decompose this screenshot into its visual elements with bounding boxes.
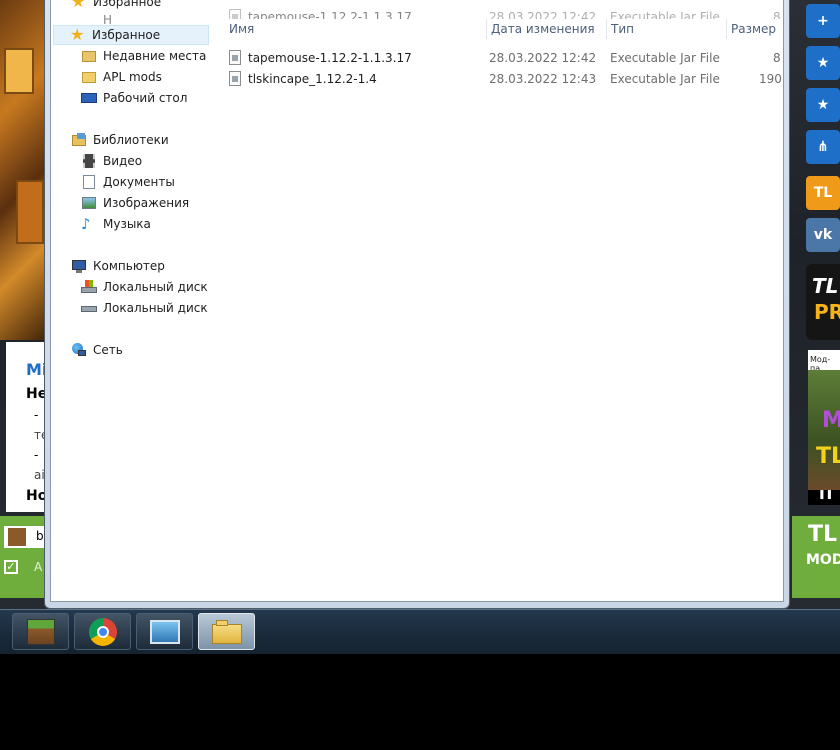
video-icon [81,153,97,169]
star-icon: ★ [71,0,86,11]
file-name: tapemouse-1.12.2-1.1.3.17 [248,50,412,65]
file-list-pane[interactable]: tapemouse-1.12.2-1.1.3.17 28.03.2022 12:… [211,0,783,601]
nav-item-drive-d[interactable]: Локальный диск (D [81,298,211,318]
nav-item-desktop[interactable]: Рабочий стол [81,88,187,108]
nav-item-network[interactable]: Сеть [71,340,123,360]
video-thumbnail[interactable]: Мод-па M TL ❚❚ [808,350,840,505]
jar-file-icon [229,50,241,65]
column-header-size[interactable]: Размер [726,19,783,39]
nav-item-label: Локальный диск (D [103,301,211,315]
computer-icon [71,258,87,274]
network-icon [71,342,87,358]
taskbar-explorer-button[interactable] [198,613,255,650]
banner-block [16,180,44,244]
recent-places-icon [81,48,97,64]
promo-text: PR [814,300,840,324]
file-size: 8 K [773,50,783,65]
file-size: 190 K [759,71,783,86]
jar-file-icon [229,71,241,86]
nav-item-label: Компьютер [93,259,165,273]
nav-item-label: Избранное [92,28,161,42]
taskbar-photo-viewer-button[interactable] [136,613,193,650]
share-icon[interactable]: ⋔ [806,130,840,164]
file-row[interactable]: tapemouse-1.12.2-1.1.3.17 28.03.2022 12:… [211,47,783,68]
launcher-news-card: Mi He - те - ai Ho [6,342,48,512]
taskbar [0,609,840,654]
banner-block [4,48,34,94]
desktop-icon [81,90,97,106]
tl-icon[interactable]: TL [806,176,840,210]
star-icon[interactable]: ★ [806,46,840,80]
taskbar-chrome-button[interactable] [74,613,131,650]
nav-item-label: Недавние места [103,49,207,63]
nav-item-label: Видео [103,154,143,168]
nav-item-documents[interactable]: Документы [81,172,175,192]
nav-item-pictures[interactable]: Изображения [81,193,189,213]
file-name: tlskincape_1.12.2-1.4 [248,71,377,86]
column-header-date[interactable]: Дата изменения [486,19,607,39]
pause-icon[interactable]: ❚❚ [808,490,840,505]
nav-item-label: Изображения [103,196,190,210]
nav-item-label: Локальный диск (C [103,280,211,294]
nav-item-label: Избранное [93,0,162,9]
file-date: 28.03.2022 12:42 [489,50,597,65]
news-card-line: - [34,408,39,422]
nav-item-label: Документы [103,175,175,189]
news-card-line: - [34,448,39,462]
nav-item-apl-mods[interactable]: APL mods [81,67,162,87]
nav-item-label: APL mods [103,70,162,84]
nav-item-label: Рабочий стол [103,91,188,105]
photo-viewer-icon [149,619,180,644]
nav-item-video[interactable]: Видео [81,151,142,171]
file-type: Executable Jar File [610,50,720,65]
nav-item-label: Сеть [93,343,123,357]
nav-item-computer[interactable]: Компьютер [71,256,165,276]
star-icon: ★ [70,25,85,44]
file-date: 28.03.2022 12:43 [489,71,597,86]
launcher-banner-art [0,0,48,340]
tlmods-logo-text: MODS [806,552,840,568]
launcher-side-panel: + ★ ★ ⋔ TL vk TL PR Мод-па M TL ❚❚ TL MO… [790,0,840,610]
checkbox[interactable]: ✓ [4,560,18,574]
documents-icon [81,174,97,190]
pictures-icon [81,195,97,211]
minecraft-icon [26,618,55,645]
avatar [8,528,26,546]
tlmods-logo-text: TL [808,522,838,547]
drive-c-icon [81,279,97,295]
launcher-bottom-panel: b ✓ A [0,516,48,598]
promo-text: TL [812,274,839,298]
nav-item-drive-c[interactable]: Локальный диск (C [81,277,211,297]
account-row[interactable]: b [4,526,48,548]
vk-icon[interactable]: vk [806,218,840,252]
nav-item-libraries[interactable]: Библиотеки [71,130,169,150]
explorer-folder-icon [211,619,242,644]
nav-item-label: Музыка [103,217,151,231]
folder-icon [81,69,97,85]
checkbox-label: A [34,560,43,574]
account-name: b [36,529,44,543]
explorer-window: ★ Избранное Н ★ Избранное Недавние места… [44,0,790,609]
column-header-type[interactable]: Тип [606,19,727,39]
file-row[interactable]: tlskincape_1.12.2-1.4 28.03.2022 12:43 E… [211,68,783,89]
navigation-pane[interactable]: ★ Избранное Н ★ Избранное Недавние места… [51,0,212,601]
taskbar-minecraft-button[interactable] [12,613,69,650]
tlmods-logo: TL MODS [792,516,840,598]
nav-item-music[interactable]: ♪ Музыка [81,214,151,234]
plus-icon[interactable]: + [806,4,840,38]
music-icon: ♪ [81,215,91,233]
nav-item-recent-places[interactable]: Недавние места [81,46,206,66]
column-header-name[interactable]: Имя [225,19,490,39]
video-title: M [822,408,840,433]
nav-item-favorites[interactable]: ★ Избранное [53,25,209,45]
tl-promo-banner[interactable]: TL PR [806,264,840,340]
video-title: TL [816,444,840,469]
star-icon[interactable]: ★ [806,88,840,122]
chrome-icon [88,617,117,646]
nav-item-label: Библиотеки [93,133,169,147]
drive-d-icon [81,300,97,316]
file-type: Executable Jar File [610,71,720,86]
explorer-body: ★ Избранное Н ★ Избранное Недавние места… [50,0,784,602]
libraries-icon [71,132,87,148]
